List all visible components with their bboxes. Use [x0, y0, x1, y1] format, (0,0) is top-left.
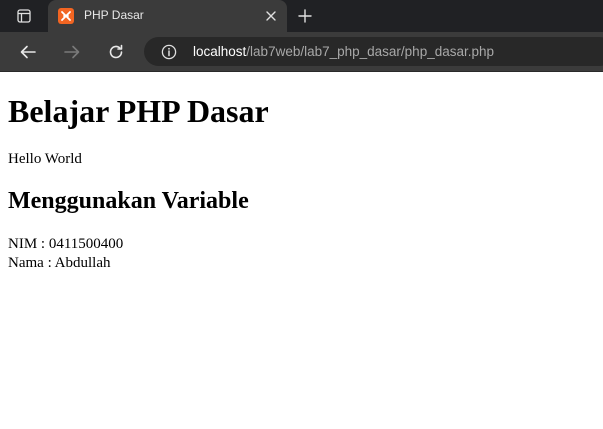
plus-icon: [298, 9, 312, 23]
page-heading: Belajar PHP Dasar: [8, 93, 269, 129]
toolbar: localhost/lab7web/lab7_php_dasar/php_das…: [0, 32, 603, 72]
close-tab-button[interactable]: [264, 9, 278, 23]
url-host: localhost: [193, 44, 247, 59]
back-arrow-icon: [19, 43, 37, 61]
nim-text: NIM : 0411500400: [8, 236, 124, 252]
tab-strip: PHP Dasar: [0, 0, 603, 32]
forward-button[interactable]: [61, 41, 83, 63]
url-text[interactable]: localhost/lab7web/lab7_php_dasar/php_das…: [193, 44, 494, 59]
tab-actions-icon: [17, 9, 31, 23]
url-path: /lab7web/lab7_php_dasar/php_dasar.php: [246, 44, 495, 59]
tab-title: PHP Dasar: [84, 8, 144, 22]
reload-icon: [107, 43, 125, 61]
reload-button[interactable]: [105, 41, 127, 63]
greeting-text: Hello World: [8, 151, 82, 167]
browser-window: PHP Dasar localhost/lab7web/lab7_php_das…: [0, 0, 603, 429]
xampp-icon: [58, 8, 74, 24]
tab-php-dasar[interactable]: PHP Dasar: [48, 0, 287, 32]
info-icon: [161, 44, 177, 60]
new-tab-button[interactable]: [296, 7, 314, 25]
close-icon: [266, 11, 276, 21]
back-button[interactable]: [17, 41, 39, 63]
nama-text: Nama : Abdullah: [8, 255, 111, 271]
tab-actions-button[interactable]: [10, 6, 38, 26]
forward-arrow-icon: [63, 43, 81, 61]
section-heading: Menggunakan Variable: [8, 188, 249, 214]
address-bar[interactable]: localhost/lab7web/lab7_php_dasar/php_das…: [144, 37, 603, 66]
site-info-button[interactable]: [160, 43, 178, 61]
page-content: Belajar PHP Dasar Hello World Menggunaka…: [0, 72, 603, 429]
